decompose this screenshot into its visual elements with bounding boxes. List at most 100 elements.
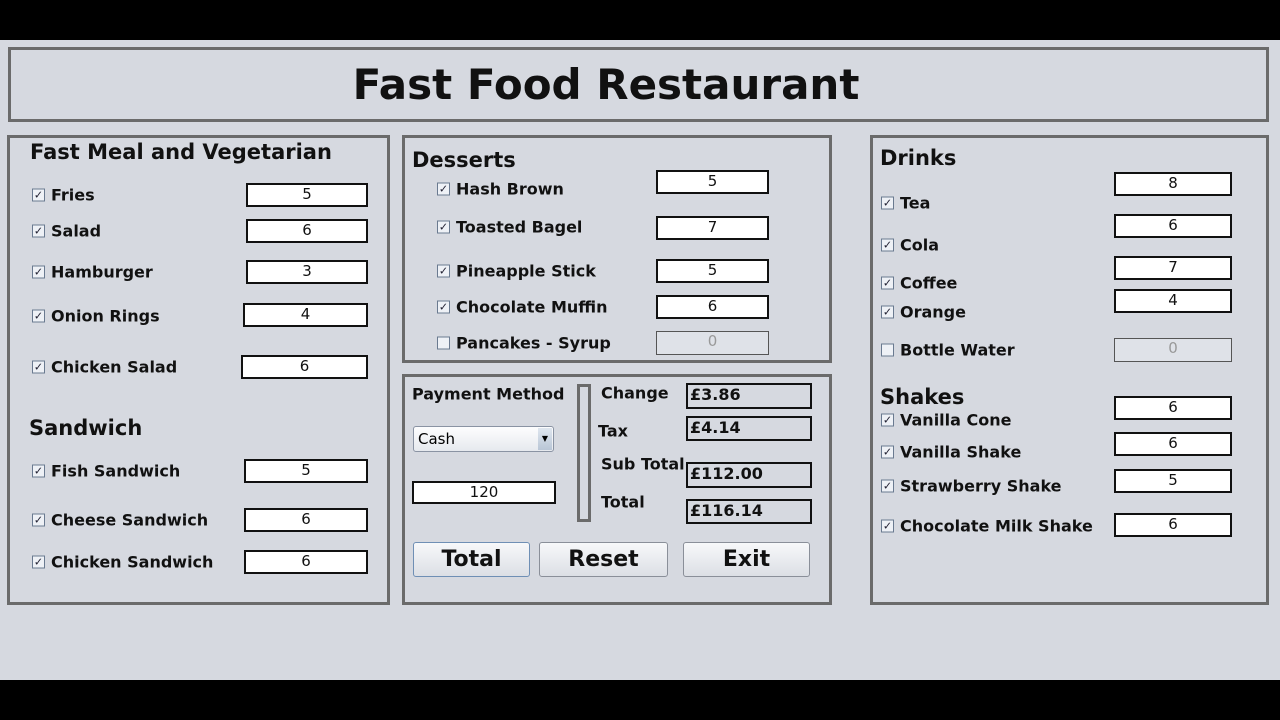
checkbox-checked-icon[interactable]: ✓ — [32, 309, 45, 323]
checkbox-checked-icon[interactable]: ✓ — [881, 519, 894, 533]
total-label: Total — [601, 492, 645, 512]
quantity-input[interactable]: 6 — [244, 508, 368, 532]
item-checkbox[interactable]: ✓ Fish Sandwich — [32, 462, 180, 481]
item-label: Vanilla Shake — [900, 442, 1022, 462]
quantity-input[interactable]: 6 — [246, 219, 368, 243]
title-panel: Fast Food Restaurant — [8, 47, 1269, 122]
quantity-input[interactable]: 6 — [1114, 214, 1232, 238]
tax-label: Tax — [598, 421, 628, 441]
quantity-input[interactable]: 6 — [1114, 396, 1232, 420]
checkbox-checked-icon[interactable]: ✓ — [32, 188, 45, 202]
checkbox-checked-icon[interactable]: ✓ — [881, 276, 894, 290]
quantity-input[interactable]: 5 — [656, 170, 769, 194]
item-label: Fries — [51, 185, 95, 205]
item-label: Hamburger — [51, 262, 153, 282]
item-label: Chocolate Muffin — [456, 297, 608, 317]
payment-method-select[interactable]: Cash ▼ — [413, 426, 554, 452]
item-checkbox[interactable]: ✓ Cheese Sandwich — [32, 511, 208, 530]
checkbox-unchecked-icon[interactable] — [881, 343, 894, 357]
item-checkbox[interactable]: ✓ Hamburger — [32, 263, 153, 282]
item-checkbox[interactable]: ✓ Tea — [881, 194, 930, 213]
checkbox-checked-icon[interactable]: ✓ — [437, 264, 450, 278]
item-label: Coffee — [900, 273, 958, 293]
item-checkbox[interactable]: ✓ Hash Brown — [437, 180, 564, 199]
checkbox-checked-icon[interactable]: ✓ — [881, 413, 894, 427]
item-checkbox[interactable]: ✓ Vanilla Shake — [881, 443, 1021, 462]
checkbox-checked-icon[interactable]: ✓ — [437, 220, 450, 234]
item-checkbox[interactable]: Bottle Water — [881, 341, 1015, 360]
checkbox-checked-icon[interactable]: ✓ — [881, 445, 894, 459]
item-checkbox[interactable]: ✓ Pineapple Stick — [437, 262, 596, 281]
checkbox-checked-icon[interactable]: ✓ — [32, 265, 45, 279]
tax-output: £4.14 — [686, 416, 812, 441]
item-checkbox[interactable]: ✓ Coffee — [881, 274, 957, 293]
exit-button[interactable]: Exit — [683, 542, 810, 577]
quantity-input[interactable]: 6 — [244, 550, 368, 574]
item-label: Onion Rings — [51, 306, 160, 326]
item-label: Cola — [900, 235, 940, 255]
desserts-heading: Desserts — [412, 148, 516, 172]
quantity-input[interactable]: 5 — [244, 459, 368, 483]
app-window: Fast Food Restaurant Fast Meal and Veget… — [0, 40, 1280, 680]
item-label: Salad — [51, 221, 102, 241]
subtotal-label: Sub Total — [601, 454, 685, 474]
item-label: Bottle Water — [900, 340, 1015, 360]
total-output: £116.14 — [686, 499, 812, 524]
quantity-input[interactable]: 4 — [1114, 289, 1232, 313]
separator — [577, 384, 591, 522]
item-checkbox[interactable]: ✓ Cola — [881, 236, 939, 255]
checkbox-checked-icon[interactable]: ✓ — [881, 479, 894, 493]
checkbox-checked-icon[interactable]: ✓ — [881, 238, 894, 252]
checkbox-checked-icon[interactable]: ✓ — [881, 305, 894, 319]
quantity-input[interactable]: 6 — [1114, 513, 1232, 537]
item-label: Chicken Sandwich — [51, 552, 214, 572]
item-label: Chocolate Milk Shake — [900, 516, 1093, 536]
item-checkbox[interactable]: ✓ Chocolate Muffin — [437, 298, 608, 317]
item-label: Vanilla Cone — [900, 410, 1012, 430]
item-label: Cheese Sandwich — [51, 510, 209, 530]
checkbox-checked-icon[interactable]: ✓ — [32, 360, 45, 374]
item-checkbox[interactable]: ✓ Toasted Bagel — [437, 218, 582, 237]
checkbox-checked-icon[interactable]: ✓ — [881, 196, 894, 210]
item-checkbox[interactable]: ✓ Chocolate Milk Shake — [881, 517, 1093, 536]
quantity-input[interactable]: 6 — [241, 355, 368, 379]
quantity-input[interactable]: 7 — [1114, 256, 1232, 280]
quantity-input[interactable]: 6 — [1114, 432, 1232, 456]
quantity-input[interactable]: 5 — [1114, 469, 1232, 493]
quantity-input[interactable]: 6 — [656, 295, 769, 319]
quantity-input[interactable]: 3 — [246, 260, 368, 284]
checkbox-checked-icon[interactable]: ✓ — [32, 513, 45, 527]
quantity-input[interactable]: 8 — [1114, 172, 1232, 196]
checkbox-checked-icon[interactable]: ✓ — [437, 182, 450, 196]
change-output: £3.86 — [686, 383, 812, 409]
item-checkbox[interactable]: ✓ Chicken Salad — [32, 358, 177, 377]
item-checkbox[interactable]: Pancakes - Syrup — [437, 334, 611, 353]
item-label: Pineapple Stick — [456, 261, 596, 281]
item-checkbox[interactable]: ✓ Onion Rings — [32, 307, 160, 326]
quantity-input[interactable]: 7 — [656, 216, 769, 240]
cash-amount-input[interactable]: 120 — [412, 481, 556, 504]
checkbox-checked-icon[interactable]: ✓ — [32, 555, 45, 569]
item-checkbox[interactable]: ✓ Orange — [881, 303, 966, 322]
subtotal-output: £112.00 — [686, 462, 812, 488]
reset-button[interactable]: Reset — [539, 542, 668, 577]
item-checkbox[interactable]: ✓ Salad — [32, 222, 101, 241]
item-label: Fish Sandwich — [51, 461, 181, 481]
checkbox-unchecked-icon[interactable] — [437, 336, 450, 350]
quantity-input[interactable]: 0 — [1114, 338, 1232, 362]
quantity-input[interactable]: 5 — [246, 183, 368, 207]
page-title: Fast Food Restaurant — [352, 60, 860, 109]
quantity-input[interactable]: 5 — [656, 259, 769, 283]
item-label: Tea — [900, 193, 931, 213]
item-checkbox[interactable]: ✓ Chicken Sandwich — [32, 553, 213, 572]
checkbox-checked-icon[interactable]: ✓ — [32, 464, 45, 478]
quantity-input[interactable]: 0 — [656, 331, 769, 355]
checkbox-checked-icon[interactable]: ✓ — [437, 300, 450, 314]
fast-meal-heading: Fast Meal and Vegetarian — [30, 140, 332, 164]
checkbox-checked-icon[interactable]: ✓ — [32, 224, 45, 238]
item-checkbox[interactable]: ✓ Fries — [32, 186, 95, 205]
item-checkbox[interactable]: ✓ Vanilla Cone — [881, 411, 1012, 430]
quantity-input[interactable]: 4 — [243, 303, 368, 327]
total-button[interactable]: Total — [413, 542, 530, 577]
item-checkbox[interactable]: ✓ Strawberry Shake — [881, 477, 1062, 496]
